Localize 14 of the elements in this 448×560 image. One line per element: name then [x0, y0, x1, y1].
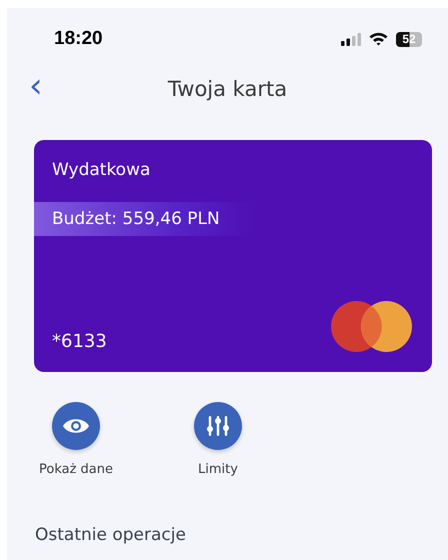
action-label: Limity [198, 462, 238, 477]
wifi-icon [369, 32, 388, 46]
limits-button[interactable] [194, 402, 242, 450]
status-time: 18:20 [54, 28, 103, 50]
signal-icon [341, 32, 361, 46]
sliders-icon [206, 414, 230, 438]
action-label: Pokaż dane [38, 462, 113, 477]
card-number: *6133 [52, 331, 107, 352]
section-title: Ostatnie operacje [35, 525, 187, 545]
page-title: Twoja karta [168, 77, 288, 101]
back-button[interactable]: ‹ [29, 69, 43, 109]
card-name: Wydatkowa [52, 160, 152, 180]
eye-icon [62, 417, 90, 435]
show-details-button[interactable] [52, 402, 100, 450]
